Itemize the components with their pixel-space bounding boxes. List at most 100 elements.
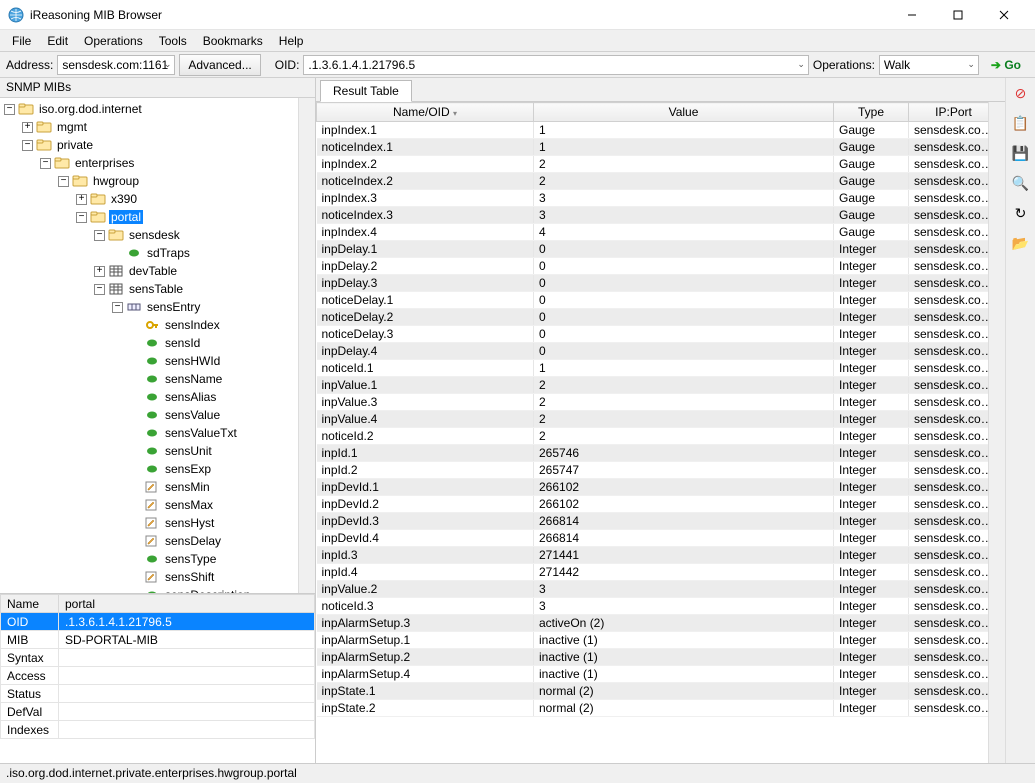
- table-row[interactable]: inpAlarmSetup.1inactive (1)Integersensde…: [317, 632, 989, 649]
- save-icon[interactable]: 💾: [1012, 144, 1030, 162]
- mib-tree[interactable]: −iso.org.dod.internet+mgmt−private−enter…: [0, 98, 298, 593]
- table-row[interactable]: inpIndex.11Gaugesensdesk.com:...: [317, 122, 989, 139]
- table-row[interactable]: noticeId.11Integersensdesk.com:...: [317, 360, 989, 377]
- minimize-button[interactable]: [889, 0, 935, 30]
- menu-operations[interactable]: Operations: [76, 32, 151, 50]
- tree-node[interactable]: sensIndex: [0, 316, 298, 334]
- copy-icon[interactable]: 📋: [1012, 114, 1030, 132]
- open-icon[interactable]: 📂: [1012, 234, 1030, 252]
- table-row[interactable]: inpAlarmSetup.4inactive (1)Integersensde…: [317, 666, 989, 683]
- table-row[interactable]: noticeDelay.20Integersensdesk.com:...: [317, 309, 989, 326]
- table-row[interactable]: inpIndex.44Gaugesensdesk.com:...: [317, 224, 989, 241]
- tree-toggle[interactable]: +: [76, 194, 87, 205]
- details-row[interactable]: Indexes: [1, 721, 315, 739]
- table-row[interactable]: inpIndex.22Gaugesensdesk.com:...: [317, 156, 989, 173]
- table-row[interactable]: inpId.2265747Integersensdesk.com:...: [317, 462, 989, 479]
- details-header-value[interactable]: portal: [59, 595, 315, 613]
- details-header-name[interactable]: Name: [1, 595, 59, 613]
- tree-toggle[interactable]: −: [58, 176, 69, 187]
- result-grid[interactable]: Name/OID ▾ Value Type IP:Port inpIndex.1…: [316, 102, 988, 717]
- stop-icon[interactable]: ⊘: [1012, 84, 1030, 102]
- tree-node[interactable]: −private: [0, 136, 298, 154]
- table-row[interactable]: inpAlarmSetup.2inactive (1)Integersensde…: [317, 649, 989, 666]
- col-value[interactable]: Value: [534, 103, 834, 122]
- refresh-icon[interactable]: ↻: [1012, 204, 1030, 222]
- go-button[interactable]: ➔ Go: [983, 54, 1029, 76]
- tree-node[interactable]: sensHyst: [0, 514, 298, 532]
- search-icon[interactable]: 🔍: [1012, 174, 1030, 192]
- table-row[interactable]: noticeId.33Integersensdesk.com:...: [317, 598, 989, 615]
- menu-edit[interactable]: Edit: [39, 32, 76, 50]
- col-type[interactable]: Type: [834, 103, 909, 122]
- tree-node[interactable]: sensValueTxt: [0, 424, 298, 442]
- tree-node[interactable]: +x390: [0, 190, 298, 208]
- maximize-button[interactable]: [935, 0, 981, 30]
- tree-node[interactable]: sensMin: [0, 478, 298, 496]
- tree-node[interactable]: −sensdesk: [0, 226, 298, 244]
- tree-toggle[interactable]: −: [94, 230, 105, 241]
- tree-node[interactable]: sensValue: [0, 406, 298, 424]
- close-button[interactable]: [981, 0, 1027, 30]
- table-row[interactable]: noticeIndex.33Gaugesensdesk.com:...: [317, 207, 989, 224]
- table-row[interactable]: noticeIndex.11Gaugesensdesk.com:...: [317, 139, 989, 156]
- tree-node[interactable]: sensShift: [0, 568, 298, 586]
- table-row[interactable]: inpValue.32Integersensdesk.com:...: [317, 394, 989, 411]
- details-row[interactable]: OID.1.3.6.1.4.1.21796.5: [1, 613, 315, 631]
- table-row[interactable]: noticeDelay.30Integersensdesk.com:...: [317, 326, 989, 343]
- tab-result-table[interactable]: Result Table: [320, 80, 412, 102]
- table-row[interactable]: inpValue.23Integersensdesk.com:...: [317, 581, 989, 598]
- tree-node[interactable]: −enterprises: [0, 154, 298, 172]
- table-row[interactable]: inpId.1265746Integersensdesk.com:...: [317, 445, 989, 462]
- advanced-button[interactable]: Advanced...: [179, 54, 260, 76]
- table-row[interactable]: noticeIndex.22Gaugesensdesk.com:...: [317, 173, 989, 190]
- oid-combo[interactable]: .1.3.6.1.4.1.21796.5 ⌄: [303, 55, 808, 75]
- tree-node[interactable]: sdTraps: [0, 244, 298, 262]
- tree-node[interactable]: sensUnit: [0, 442, 298, 460]
- tree-node[interactable]: −sensTable: [0, 280, 298, 298]
- tree-toggle[interactable]: −: [94, 284, 105, 295]
- tree-node[interactable]: sensMax: [0, 496, 298, 514]
- details-row[interactable]: Status: [1, 685, 315, 703]
- table-row[interactable]: noticeDelay.10Integersensdesk.com:...: [317, 292, 989, 309]
- tree-node[interactable]: −hwgroup: [0, 172, 298, 190]
- tree-node[interactable]: −iso.org.dod.internet: [0, 100, 298, 118]
- menu-tools[interactable]: Tools: [151, 32, 195, 50]
- menu-help[interactable]: Help: [271, 32, 312, 50]
- tree-toggle[interactable]: −: [40, 158, 51, 169]
- tree-toggle[interactable]: +: [94, 266, 105, 277]
- tree-node[interactable]: sensName: [0, 370, 298, 388]
- address-combo[interactable]: sensdesk.com:1161 ⌄: [57, 55, 175, 75]
- tree-node[interactable]: sensType: [0, 550, 298, 568]
- tree-node[interactable]: sensAlias: [0, 388, 298, 406]
- tree-toggle[interactable]: −: [4, 104, 15, 115]
- tree-node[interactable]: sensDelay: [0, 532, 298, 550]
- table-row[interactable]: noticeId.22Integersensdesk.com:...: [317, 428, 989, 445]
- table-row[interactable]: inpValue.42Integersensdesk.com:...: [317, 411, 989, 428]
- col-name-oid[interactable]: Name/OID ▾: [317, 103, 534, 122]
- details-row[interactable]: DefVal: [1, 703, 315, 721]
- table-row[interactable]: inpState.1normal (2)Integersensdesk.com:…: [317, 683, 989, 700]
- table-row[interactable]: inpDevId.3266814Integersensdesk.com:...: [317, 513, 989, 530]
- operations-combo[interactable]: Walk ⌄: [879, 55, 979, 75]
- menu-file[interactable]: File: [4, 32, 39, 50]
- table-row[interactable]: inpIndex.33Gaugesensdesk.com:...: [317, 190, 989, 207]
- col-ip-port[interactable]: IP:Port: [909, 103, 989, 122]
- tree-node[interactable]: sensDescription: [0, 586, 298, 593]
- menu-bookmarks[interactable]: Bookmarks: [195, 32, 271, 50]
- table-row[interactable]: inpAlarmSetup.3activeOn (2)Integersensde…: [317, 615, 989, 632]
- table-row[interactable]: inpValue.12Integersensdesk.com:...: [317, 377, 989, 394]
- table-row[interactable]: inpDelay.30Integersensdesk.com:...: [317, 275, 989, 292]
- table-row[interactable]: inpDelay.40Integersensdesk.com:...: [317, 343, 989, 360]
- tree-node[interactable]: −portal: [0, 208, 298, 226]
- table-row[interactable]: inpId.3271441Integersensdesk.com:...: [317, 547, 989, 564]
- tree-node[interactable]: +mgmt: [0, 118, 298, 136]
- tree-toggle[interactable]: −: [22, 140, 33, 151]
- grid-scrollbar[interactable]: [988, 102, 1005, 763]
- table-row[interactable]: inpDevId.4266814Integersensdesk.com:...: [317, 530, 989, 547]
- tree-node[interactable]: sensHWId: [0, 352, 298, 370]
- tree-node[interactable]: −sensEntry: [0, 298, 298, 316]
- details-row[interactable]: MIBSD-PORTAL-MIB: [1, 631, 315, 649]
- table-row[interactable]: inpDelay.10Integersensdesk.com:...: [317, 241, 989, 258]
- details-row[interactable]: Access: [1, 667, 315, 685]
- tree-node[interactable]: sensId: [0, 334, 298, 352]
